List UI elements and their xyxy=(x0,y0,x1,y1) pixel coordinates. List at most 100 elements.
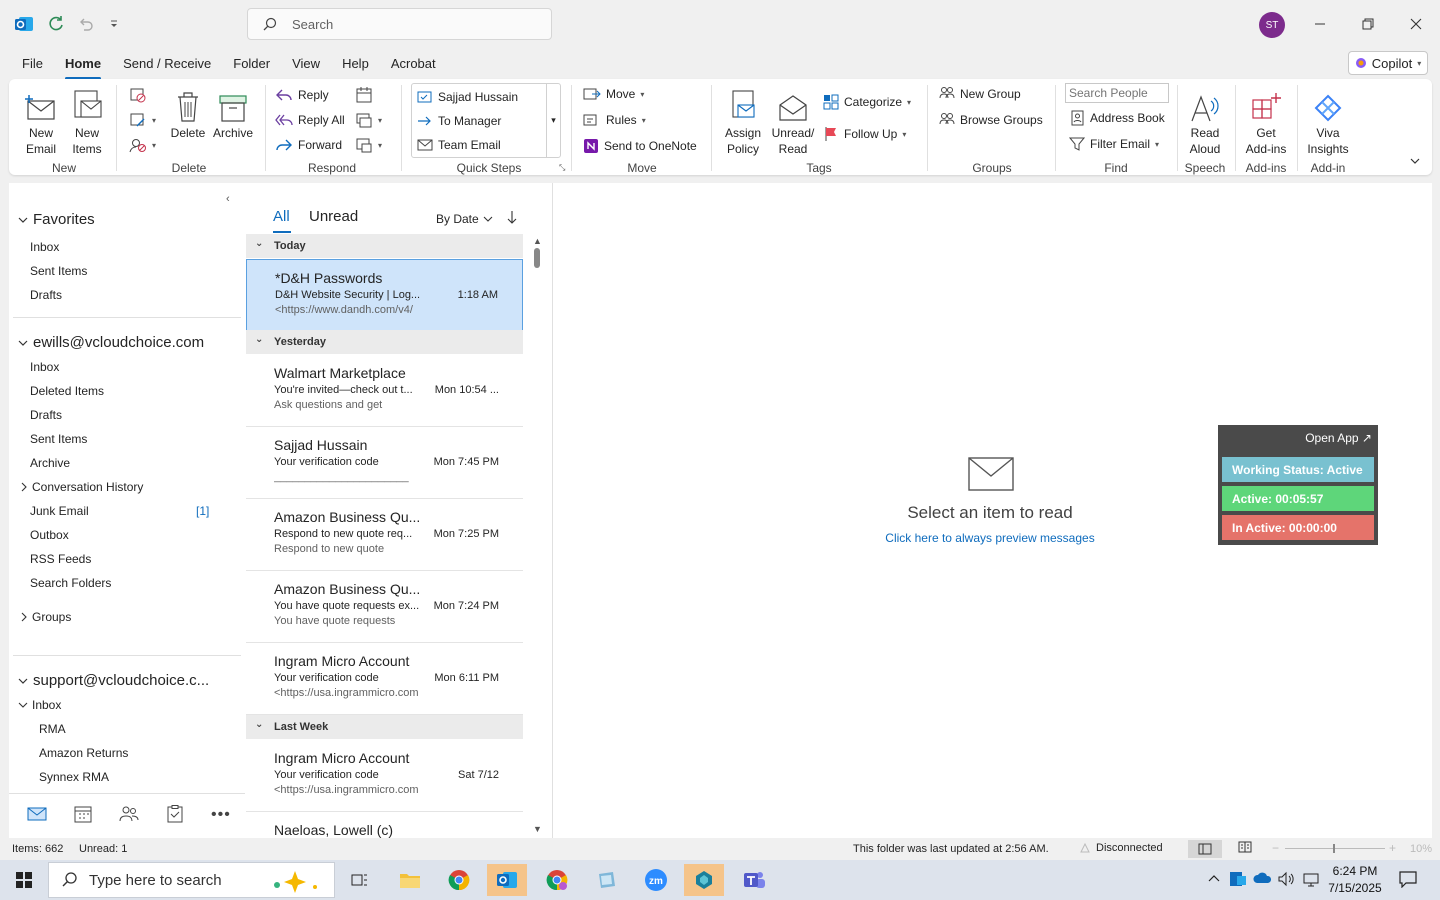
mail-icon[interactable] xyxy=(27,806,47,822)
onedrive-icon[interactable] xyxy=(1253,871,1273,885)
meeting-button[interactable] xyxy=(355,86,373,104)
scrollbar-thumb[interactable] xyxy=(534,248,540,268)
delete-button[interactable]: Delete xyxy=(169,85,207,141)
chrome-profile-icon[interactable] xyxy=(537,864,577,896)
new-email-button[interactable]: New Email xyxy=(23,85,59,157)
ribbon-collapse-icon[interactable] xyxy=(1409,155,1425,171)
folder-sent-items[interactable]: Sent Items xyxy=(30,432,87,446)
restore-button[interactable] xyxy=(1356,12,1380,36)
groups-header[interactable]: Groups xyxy=(20,610,71,624)
reply-button[interactable]: Reply xyxy=(275,87,329,103)
zoom-slider-thumb[interactable] xyxy=(1333,844,1335,853)
avatar[interactable]: ST xyxy=(1259,12,1285,38)
rules-button[interactable]: Rules ▾ xyxy=(583,112,646,128)
notifications-icon[interactable] xyxy=(1398,870,1418,888)
folder-conversation-history[interactable]: Conversation History xyxy=(20,480,143,494)
tab-acrobat[interactable]: Acrobat xyxy=(391,50,436,76)
collapse-pane-icon[interactable]: ‹ xyxy=(226,193,230,205)
viva-insights-button[interactable]: Viva Insights xyxy=(1303,85,1353,157)
archive-button[interactable]: Archive xyxy=(211,85,255,141)
normal-view-icon[interactable] xyxy=(1188,840,1222,858)
favorite-sent-items[interactable]: Sent Items xyxy=(30,264,87,278)
outlook-tray-icon[interactable] xyxy=(1229,870,1247,888)
task-view-icon[interactable] xyxy=(340,864,380,896)
minimize-button[interactable] xyxy=(1308,12,1332,36)
quick-step-sajjad[interactable]: Sajjad Hussain xyxy=(417,90,518,104)
group-header-last-week[interactable]: ⌄ Last Week xyxy=(246,715,523,739)
filter-email-button[interactable]: Filter Email ▾ xyxy=(1069,136,1159,152)
folder-search-folders[interactable]: Search Folders xyxy=(30,576,111,590)
message-item[interactable]: Amazon Business Qu... You have quote req… xyxy=(246,571,523,643)
sync-icon[interactable] xyxy=(44,12,68,36)
folder-amazon-returns[interactable]: Amazon Returns xyxy=(39,746,128,760)
clock[interactable]: 6:24 PM 7/15/2025 xyxy=(1322,863,1388,897)
follow-up-button[interactable]: Follow Up ▾ xyxy=(823,126,906,142)
zoom-in-icon[interactable]: + xyxy=(1389,841,1396,855)
tab-send-receive[interactable]: Send / Receive xyxy=(123,50,211,76)
connection-status[interactable]: Disconnected xyxy=(1080,842,1163,854)
browse-groups-button[interactable]: Browse Groups xyxy=(939,112,1043,128)
message-item[interactable]: *D&H Passwords D&H Website Security | Lo… xyxy=(246,259,523,331)
sort-direction-icon[interactable] xyxy=(507,210,517,224)
account-header-ewills[interactable]: ewills@vcloudchoice.com xyxy=(17,334,204,351)
search-people-input[interactable] xyxy=(1065,83,1169,103)
favorite-inbox[interactable]: Inbox xyxy=(30,240,59,254)
zoom-slider[interactable] xyxy=(1285,844,1385,853)
folder-drafts[interactable]: Drafts xyxy=(30,408,62,422)
scrollbar[interactable]: ▲ ▼ xyxy=(532,236,542,836)
volume-icon[interactable] xyxy=(1277,871,1295,887)
folder-synnex-rma[interactable]: Synnex RMA xyxy=(39,770,109,784)
unread-read-button[interactable]: Unread/ Read xyxy=(771,85,815,157)
tab-home[interactable]: Home xyxy=(64,50,102,80)
folder-rma[interactable]: RMA xyxy=(39,722,66,736)
message-item[interactable]: Ingram Micro Account Your verification c… xyxy=(246,643,523,715)
categorize-button[interactable]: Categorize ▾ xyxy=(823,94,911,110)
always-preview-link[interactable]: Click here to always preview messages xyxy=(860,531,1120,545)
filter-all-tab[interactable]: All xyxy=(273,208,290,225)
assign-policy-button[interactable]: Assign Policy xyxy=(721,85,765,157)
close-button[interactable] xyxy=(1404,12,1428,36)
tab-folder[interactable]: Folder xyxy=(233,50,270,76)
file-explorer-icon[interactable] xyxy=(390,864,430,896)
folder-archive[interactable]: Archive xyxy=(30,456,70,470)
quick-step-to-manager[interactable]: To Manager xyxy=(417,114,501,128)
ignore-button[interactable] xyxy=(129,87,147,103)
dialog-launcher-icon[interactable]: ⤡ xyxy=(559,163,565,173)
vpn-app-icon[interactable] xyxy=(684,864,724,896)
account-header-support[interactable]: support@vcloudchoice.c... xyxy=(17,672,209,689)
scroll-down-icon[interactable]: ▼ xyxy=(533,824,542,834)
tab-help[interactable]: Help xyxy=(342,50,369,76)
favorites-header[interactable]: Favorites xyxy=(17,211,95,228)
undo-icon[interactable] xyxy=(74,12,98,36)
new-group-button[interactable]: New Group xyxy=(939,86,1021,102)
reply-all-button[interactable]: Reply All xyxy=(275,112,345,128)
teams-icon[interactable] xyxy=(734,864,774,896)
quick-step-team-email[interactable]: Team Email xyxy=(417,138,501,152)
reading-view-icon[interactable] xyxy=(1238,841,1252,853)
customize-toolbar-icon[interactable] xyxy=(102,12,126,36)
read-aloud-button[interactable]: Read Aloud xyxy=(1183,85,1227,157)
people-icon[interactable] xyxy=(119,805,139,823)
folder-outbox[interactable]: Outbox xyxy=(30,528,69,542)
im-button[interactable]: ▾ xyxy=(355,111,382,129)
junk-button[interactable]: ▾ xyxy=(129,137,156,153)
group-header-yesterday[interactable]: ⌄ Yesterday xyxy=(246,330,523,354)
forward-button[interactable]: Forward xyxy=(275,137,342,153)
message-item[interactable]: Ingram Micro Account Your verification c… xyxy=(246,740,523,812)
copilot-button[interactable]: Copilot ▾ xyxy=(1348,51,1428,75)
sort-by-button[interactable]: By Date xyxy=(436,212,493,226)
more-apps-icon[interactable]: ••• xyxy=(211,806,231,824)
open-app-link[interactable]: Open App ↗ xyxy=(1305,431,1372,445)
message-item[interactable]: Amazon Business Qu... Respond to new quo… xyxy=(246,499,523,571)
windows-start-icon[interactable] xyxy=(4,864,44,896)
move-button[interactable]: Move ▾ xyxy=(583,86,644,102)
group-header-today[interactable]: ⌄ Today xyxy=(246,234,523,258)
address-book-button[interactable]: Address Book xyxy=(1069,110,1165,126)
tab-file[interactable]: File xyxy=(22,50,43,76)
chrome-icon[interactable] xyxy=(439,864,479,896)
favorite-drafts[interactable]: Drafts xyxy=(30,288,62,302)
folder-inbox[interactable]: Inbox xyxy=(30,360,59,374)
more-respond-button[interactable]: ▾ xyxy=(355,136,382,154)
folder-junk-email[interactable]: Junk Email xyxy=(30,504,89,518)
tasks-icon[interactable] xyxy=(167,805,183,823)
